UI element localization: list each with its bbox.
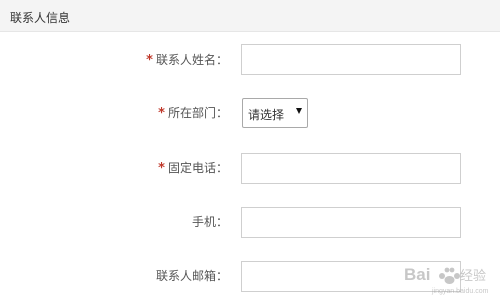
department-select-value: 请选择 xyxy=(248,108,285,122)
section-title: 联系人信息 xyxy=(10,11,71,25)
department-select[interactable]: 请选择 xyxy=(242,98,308,128)
required-asterisk: * xyxy=(158,106,165,121)
svg-text:经验: 经验 xyxy=(460,268,486,284)
section-header: 联系人信息 xyxy=(0,0,500,32)
landline-label: 固定电话： xyxy=(167,161,228,175)
svg-text:jingyan.baidu.com: jingyan.baidu.com xyxy=(431,288,489,295)
contact-name-label: 联系人姓名： xyxy=(155,53,228,67)
form-row-contact-name: * 联系人姓名： xyxy=(0,44,500,76)
dropdown-arrow-icon xyxy=(296,108,302,114)
email-label-group: 联系人邮箱： xyxy=(156,269,228,283)
department-label: 所在部门： xyxy=(167,106,228,120)
form-row-mobile: 手机： xyxy=(0,207,500,239)
contact-name-label-group: * 联系人姓名： xyxy=(146,53,228,68)
required-asterisk: * xyxy=(146,53,153,68)
contact-info-form-page: 联系人信息 *联系人姓名： *所在部门： 请选择 *固定电话： 手机： 联 xyxy=(0,0,500,302)
required-asterisk: * xyxy=(158,161,165,176)
mobile-label-group: 手机： xyxy=(192,215,228,229)
form-row-landline: * 固定电话： xyxy=(0,153,500,185)
email-label: 联系人邮箱： xyxy=(155,269,228,283)
baidu-jingyan-watermark-logo: Bai 经验 jingyan.baidu.com xyxy=(404,265,489,295)
landline-label-group: * 固定电话： xyxy=(158,161,228,176)
svg-text:Bai: Bai xyxy=(404,265,430,284)
mobile-label: 手机： xyxy=(191,215,228,229)
mobile-input[interactable] xyxy=(241,207,461,238)
form-row-department: * 所在部门： 请选择 xyxy=(0,98,500,128)
contact-name-input[interactable] xyxy=(241,44,461,75)
landline-input[interactable] xyxy=(241,153,461,184)
department-label-group: * 所在部门： xyxy=(158,106,228,121)
